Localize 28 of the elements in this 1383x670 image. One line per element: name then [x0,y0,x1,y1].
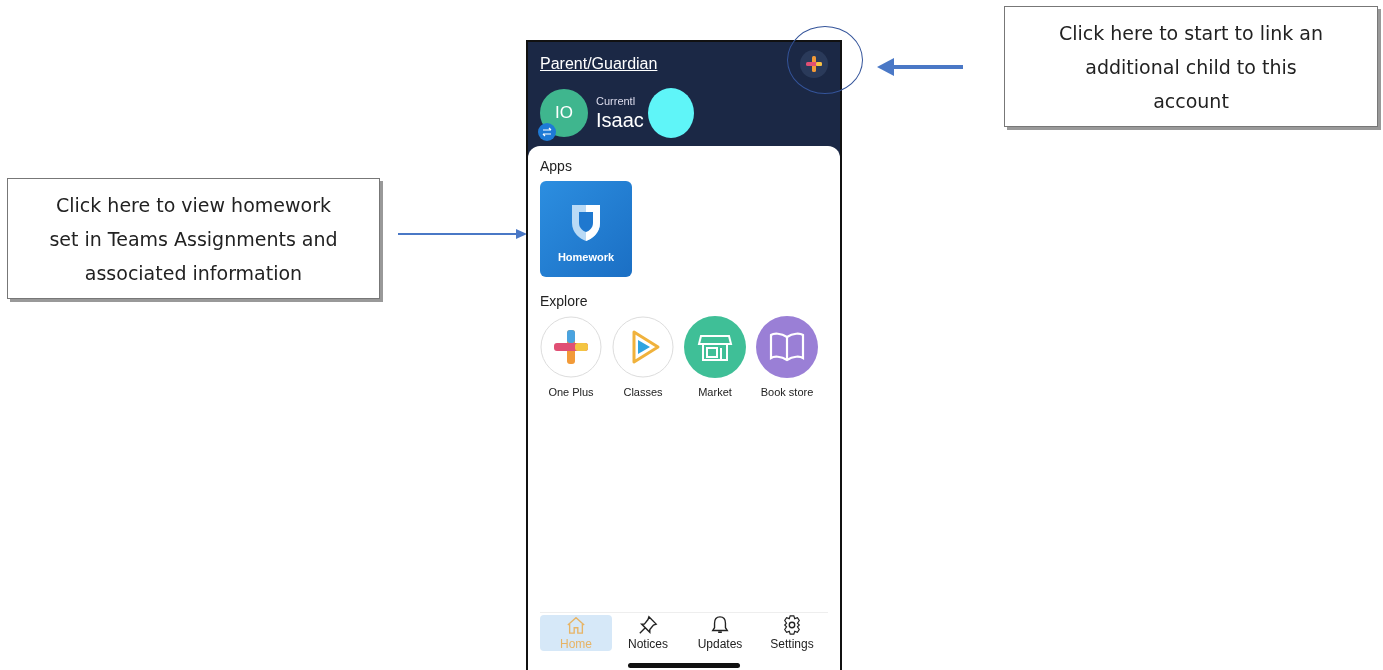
child-name: Isaac [596,108,644,132]
nav-tab[interactable]: Settings [756,615,828,651]
shield-icon [570,203,602,243]
app-label: Market [698,386,732,398]
book-icon[interactable] [756,316,818,378]
redaction-mark [647,88,694,138]
account-title[interactable]: Parent/Guardian [540,55,658,73]
section-heading: Explore [540,293,589,309]
nav-tab[interactable]: Updates [684,615,756,651]
callout-text: Click here to start to link an additional child to this account [1004,6,1378,127]
plus-icon[interactable] [540,316,602,378]
play-icon[interactable] [612,316,674,378]
callout-text: Click here to view homework set in Teams Assignments and associated information [7,178,380,299]
section-heading: Apps [540,158,573,174]
add-child-button[interactable] [800,50,828,78]
app-label: One Plus [548,386,594,398]
home-icon [565,615,587,635]
store-icon[interactable] [684,316,746,378]
settings-icon [781,615,803,635]
app-label: Classes [623,386,663,398]
bell-icon [709,615,731,635]
nav-tab[interactable]: Notices [612,615,684,651]
caption: Currentl [596,94,637,107]
pin-icon [637,615,659,635]
homework-app-tile[interactable]: Homework [540,181,632,277]
swap-icon[interactable] [538,123,556,141]
plus-icon [805,55,823,73]
app-label: Book store [760,386,814,398]
